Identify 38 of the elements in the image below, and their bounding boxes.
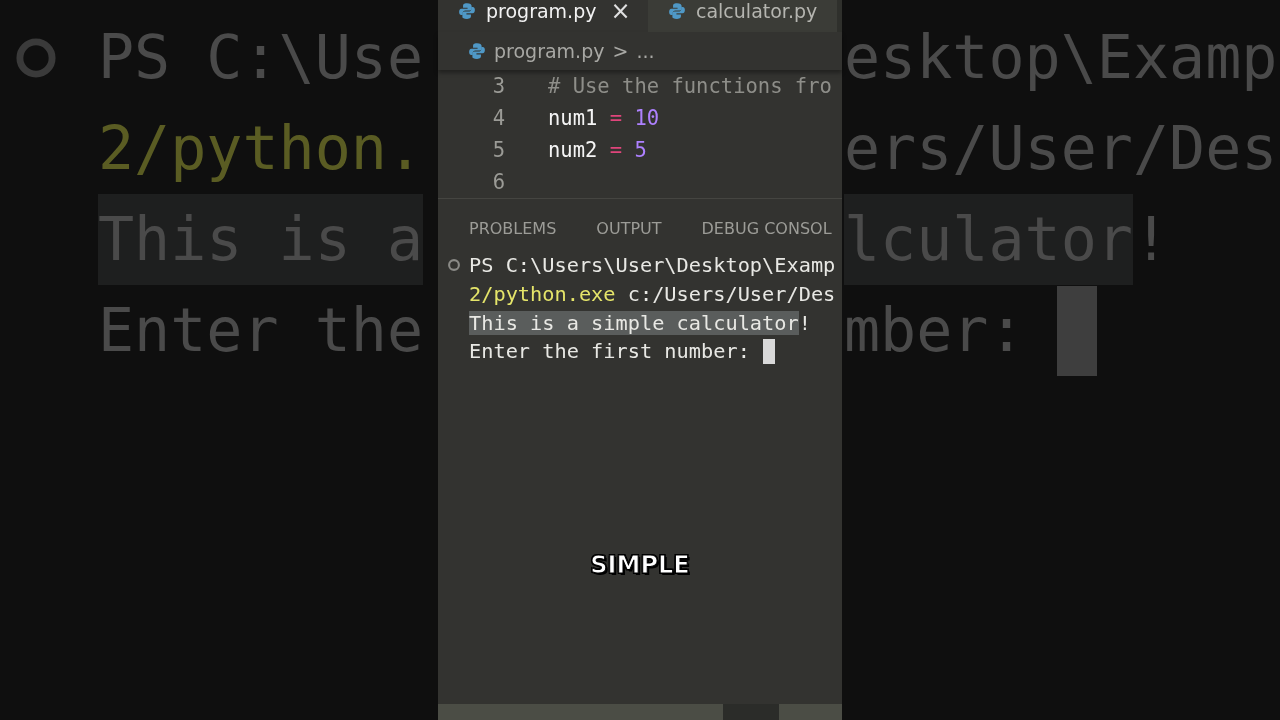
code-token: =: [609, 138, 623, 162]
terminal-text: !: [1133, 203, 1170, 276]
terminal-text: mber:: [844, 294, 1025, 367]
code-token: 10: [634, 106, 660, 130]
editor-tab[interactable]: calculator.py: [648, 0, 838, 32]
terminal-text: This is a simple calculator: [469, 310, 799, 335]
code-token: num1: [548, 106, 598, 130]
status-bar-item[interactable]: [723, 704, 779, 720]
breadcrumb-separator: >: [612, 40, 629, 62]
python-icon: [458, 2, 476, 20]
terminal-text: 2/python.exe: [469, 282, 616, 307]
panel-tab[interactable]: OUTPUT: [596, 218, 662, 238]
terminal-text: PS C:\Use: [98, 21, 424, 94]
breadcrumb-item[interactable]: ...: [636, 40, 655, 62]
code-token: =: [609, 106, 623, 130]
code-token: num2: [548, 138, 598, 162]
terminal-text: PS C:\Users\User\Desktop\Examp: [469, 253, 836, 278]
line-number: 6: [491, 170, 505, 194]
code-token: # Use the functions fro: [548, 74, 832, 98]
terminal-text: ers/User/Des: [844, 112, 1278, 185]
line-number: 5: [491, 138, 505, 162]
breadcrumb-item[interactable]: program.py: [494, 40, 605, 62]
terminal-text: Enter the first number:: [469, 339, 750, 364]
panel-tab[interactable]: PROBLEMS: [469, 218, 557, 238]
line-number: 4: [491, 106, 505, 130]
editor-tab[interactable]: program.py ×: [438, 0, 648, 32]
terminal-text: c:/Users/User/Des: [626, 282, 836, 307]
close-icon[interactable]: ×: [610, 0, 631, 23]
code-token: 5: [634, 138, 647, 162]
line-number: 3: [491, 74, 505, 98]
python-icon: [468, 42, 486, 60]
panel-tab[interactable]: DEBUG CONSOL: [701, 218, 832, 238]
terminal-text: !: [798, 310, 811, 335]
terminal-text: Enter the: [98, 294, 424, 367]
python-icon: [668, 2, 686, 20]
terminal-text: esktop\Examp: [844, 21, 1278, 94]
caption-text: SIMPLE: [589, 551, 691, 579]
terminal-text: 2/python.: [98, 112, 424, 185]
